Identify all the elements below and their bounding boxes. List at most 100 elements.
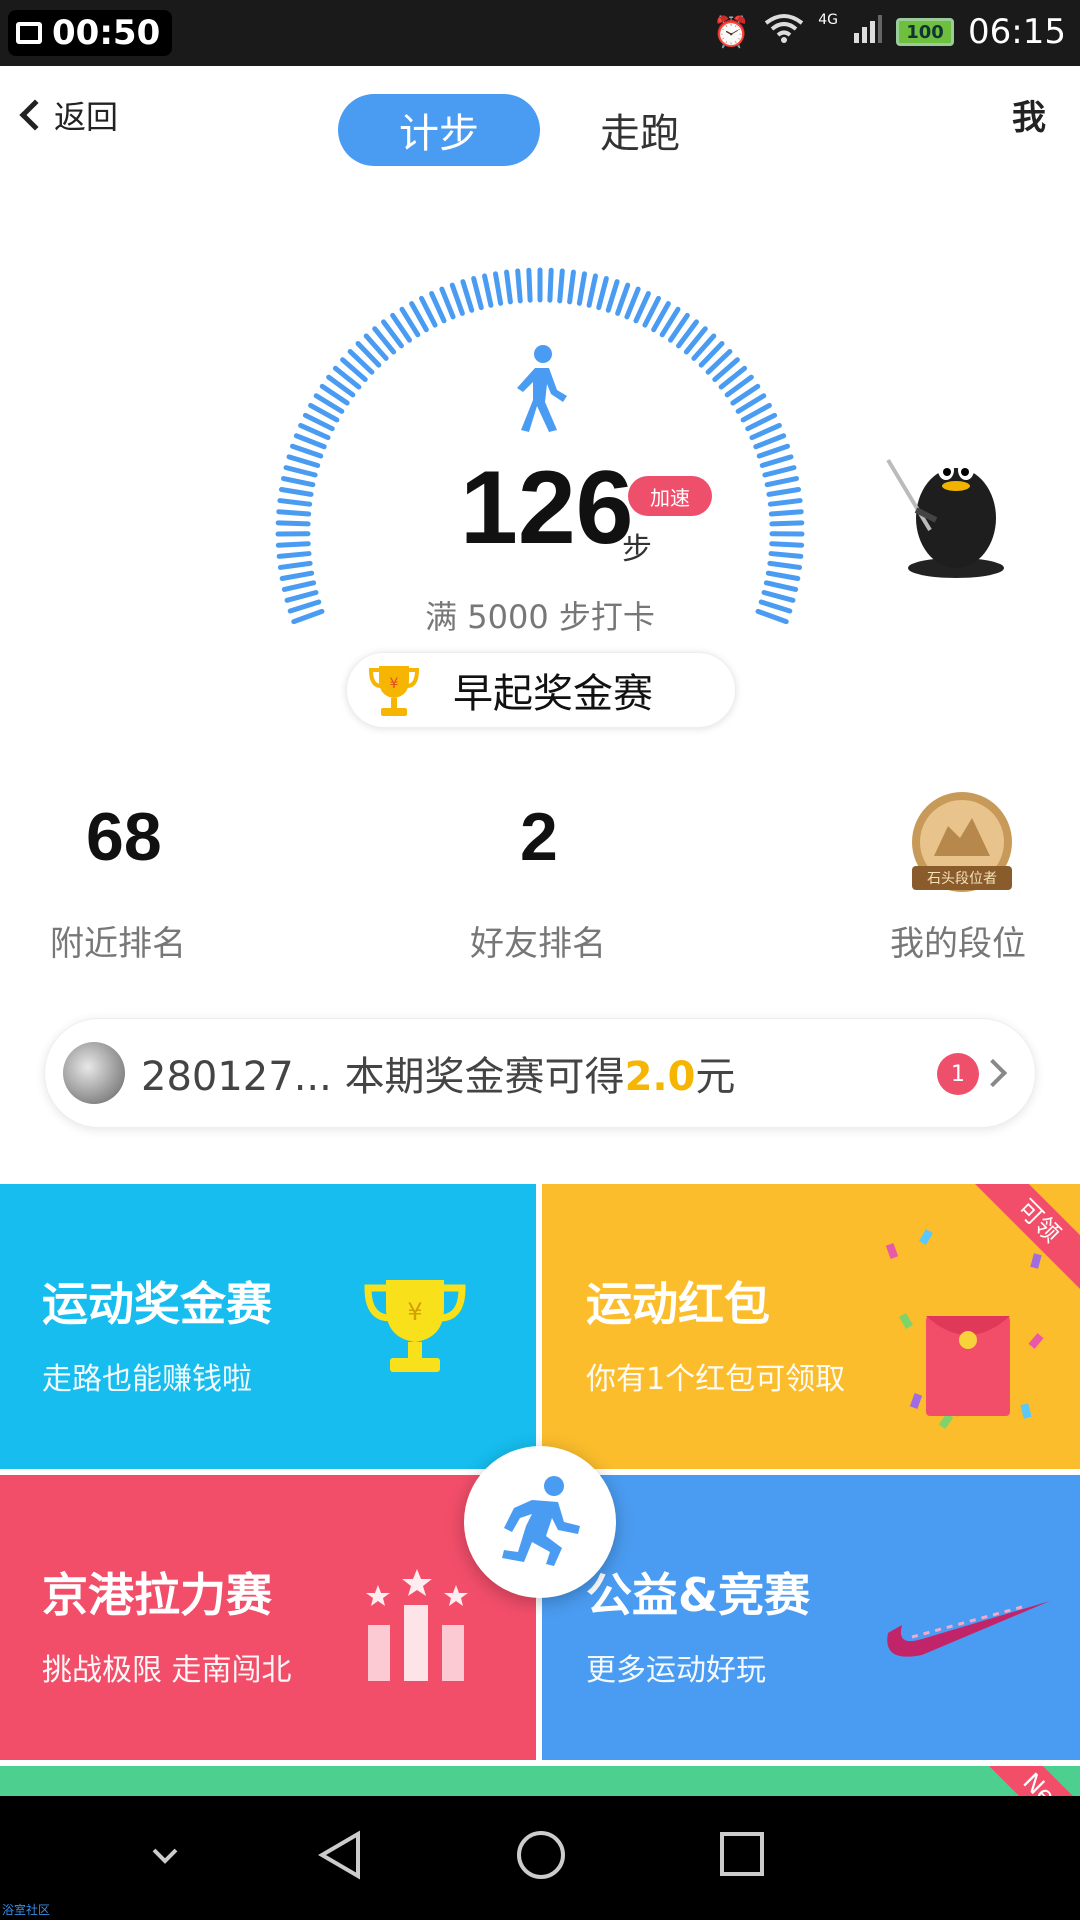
hk-beijing-rally-tile[interactable]: 京港拉力赛 挑战极限 走南闯北 (0, 1475, 536, 1760)
tile-subtitle: 你有1个红包可领取 (586, 1362, 846, 1397)
gauge-tick (276, 509, 312, 517)
svg-text:石头段位者: 石头段位者 (927, 871, 997, 887)
home-circle-icon[interactable] (514, 1828, 568, 1882)
running-person-icon (502, 1476, 580, 1566)
chevron-right-icon (978, 1058, 1008, 1088)
nearby-rank-value[interactable]: 68 (86, 798, 162, 876)
gauge-tick (278, 487, 314, 497)
svg-text:¥: ¥ (390, 676, 399, 692)
gauge-tick (576, 271, 587, 306)
gauge-tick (586, 273, 598, 308)
gauge-tick (767, 498, 803, 507)
gauge-tick (275, 541, 311, 548)
back-label: 返回 (54, 98, 119, 136)
friend-rank-value[interactable]: 2 (520, 798, 558, 876)
sports-prize-contest-tile[interactable]: 运动奖金赛 走路也能赚钱啦 ¥ (0, 1184, 536, 1469)
notification-badge: 1 (937, 1053, 979, 1095)
back-button[interactable]: 返回 (12, 92, 118, 138)
prize-amount: 2.0 (624, 1054, 696, 1100)
gauge-tick (767, 560, 803, 570)
gauge-tick (766, 487, 802, 497)
partial-tile[interactable]: Ne (0, 1766, 1080, 1796)
early-bird-contest-button[interactable]: ¥ 早起奖金赛 (346, 652, 736, 728)
tile-title: 京港拉力赛 (42, 1568, 272, 1622)
gauge-tick (547, 267, 554, 303)
step-unit: 步 (622, 532, 652, 567)
avatar (63, 1042, 125, 1104)
tile-subtitle: 走路也能赚钱啦 (42, 1362, 252, 1397)
trophy-icon: ¥ (369, 666, 419, 716)
battery-icon: 100 (896, 18, 955, 46)
tab-step-count[interactable]: 计步 (338, 94, 540, 166)
gauge-tick (769, 520, 805, 527)
back-triangle-icon[interactable] (318, 1830, 362, 1880)
charity-contest-tile[interactable]: 公益&竞赛 更多运动好玩 (542, 1475, 1080, 1760)
tile-title: 公益&竞赛 (586, 1568, 811, 1622)
gauge-tick (281, 580, 317, 592)
status-icons: ⏰ 4G 100 06:15 (713, 12, 1066, 52)
gauge-tick (756, 443, 791, 459)
network-type: 4G (818, 12, 839, 28)
gauge-tick (504, 269, 513, 305)
podium-stars-icon (366, 1569, 468, 1681)
recents-square-icon[interactable] (718, 1830, 766, 1878)
gauge-tick (769, 541, 805, 548)
gauge-tick (753, 433, 787, 450)
red-packet-icon (885, 1228, 1044, 1430)
gauge-tick (289, 443, 324, 459)
gauge-tick (277, 498, 313, 507)
recording-time: 00:50 (52, 13, 161, 53)
tile-subtitle: 更多运动好玩 (586, 1653, 766, 1688)
gauge-tick (493, 271, 504, 306)
gauge-tick (567, 269, 576, 305)
level-label: 我的段位 (890, 924, 1026, 964)
gauge-tick (449, 282, 465, 316)
trophy-icon: ¥ (364, 1280, 466, 1372)
gauge-tick (596, 276, 609, 311)
new-ribbon: Ne (965, 1766, 1080, 1796)
gauge-tick (275, 520, 311, 527)
prize-text-suffix: 元 (695, 1054, 736, 1100)
gauge-tick (281, 476, 316, 488)
wifi-icon (764, 13, 804, 51)
gauge-tick (526, 267, 533, 303)
boost-badge[interactable]: 加速 (628, 476, 712, 516)
prize-notice-bar[interactable]: 280127... 本期奖金赛可得2.0元 1 (44, 1018, 1036, 1128)
chevron-down-icon[interactable] (150, 1846, 180, 1866)
level-medal-icon[interactable]: 石头段位者 (898, 786, 1026, 906)
me-button[interactable]: 我 (1012, 90, 1046, 139)
prize-text: 280127... 本期奖金赛可得2.0元 (141, 1044, 735, 1102)
tab-walk-run[interactable]: 走跑 (560, 94, 720, 166)
gauge-tick (471, 276, 484, 311)
gauge-tick (764, 476, 799, 488)
start-run-button[interactable] (464, 1446, 616, 1598)
gauge-tick (283, 465, 318, 478)
walking-person-icon (517, 345, 567, 432)
gauge-tick (759, 454, 794, 468)
prize-text-prefix: 本期奖金赛可得 (344, 1054, 625, 1100)
tile-subtitle: 挑战极限 走南闯北 (42, 1653, 292, 1688)
system-nav-bar: 浴室社区 (0, 1796, 1080, 1920)
gauge-tick (279, 570, 315, 581)
gauge-tick (557, 268, 565, 304)
penguin-mascot-image[interactable] (886, 440, 1016, 580)
gauge-tick (439, 286, 456, 320)
tile-title: 运动奖金赛 (42, 1277, 272, 1331)
friend-rank-label: 好友排名 (470, 924, 606, 964)
gauge-tick (624, 286, 641, 320)
gauge-tick (765, 570, 801, 581)
step-count: 126 (460, 450, 634, 566)
gauge-tick (605, 279, 620, 313)
screen-recorder-indicator: 00:50 (8, 10, 173, 56)
gauge-tick (276, 551, 312, 559)
chevron-left-icon (19, 99, 51, 131)
watermark-credit: 浴室社区 (2, 1903, 51, 1917)
gauge-tick (460, 279, 475, 313)
gauge-tick (277, 560, 313, 570)
sports-red-packet-tile[interactable]: 运动红包 你有1个红包可领取 可领 (542, 1184, 1080, 1469)
prize-user: 280127... (141, 1054, 332, 1100)
tile-title: 运动红包 (586, 1277, 770, 1331)
gauge-tick (615, 282, 631, 316)
gauge-tick (768, 509, 804, 517)
step-goal-text: 满 5000 步打卡 (425, 598, 655, 636)
